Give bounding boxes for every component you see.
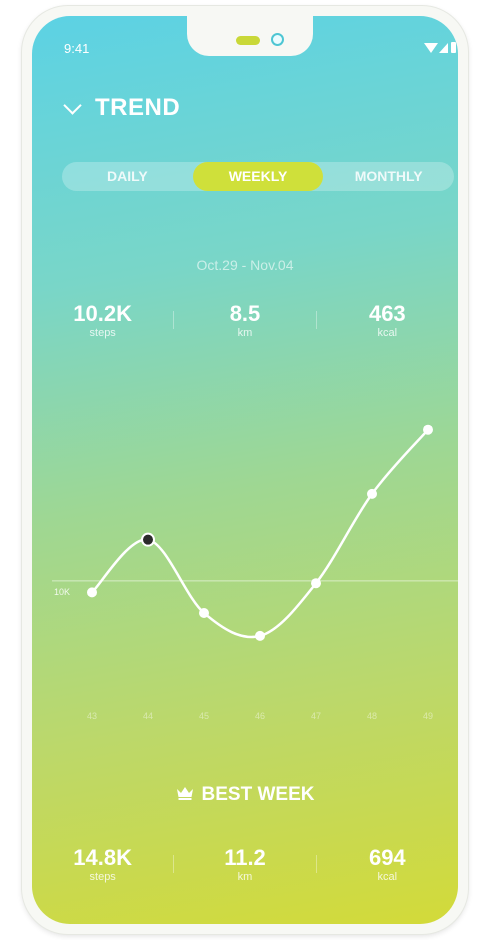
best-week-label: BEST WEEK <box>201 784 315 805</box>
stat-value: 694 <box>368 845 406 870</box>
stat-value: 14.8K <box>73 845 133 870</box>
phone-frame: 9:41 TREND DAILY WEEKLY MONTHLY Oct.29 -… <box>22 6 468 934</box>
best-stat-distance: 11.2 km <box>174 845 315 883</box>
data-point[interactable] <box>255 630 265 641</box>
x-tick-label: 49 <box>423 711 433 721</box>
data-point[interactable] <box>87 587 97 598</box>
stat-unit: kcal <box>377 871 398 883</box>
data-point[interactable] <box>367 488 377 499</box>
stat-value: 11.2 <box>224 845 266 870</box>
best-stat-calories: 694 kcal <box>317 845 458 883</box>
stat-unit: steps <box>89 871 116 883</box>
x-tick-label: 46 <box>255 711 265 721</box>
best-week-stats: 14.8K steps 11.2 km 694 kcal <box>32 845 458 883</box>
x-tick-label: 43 <box>87 711 97 721</box>
best-week-header: BEST WEEK <box>32 784 458 806</box>
selected-data-point[interactable] <box>141 532 155 547</box>
data-point[interactable] <box>199 607 209 618</box>
x-tick-label: 47 <box>311 711 321 721</box>
best-stat-steps: 14.8K steps <box>32 845 173 883</box>
stat-unit: km <box>237 871 253 883</box>
x-tick-label: 48 <box>367 711 377 721</box>
x-tick-label: 45 <box>199 711 209 721</box>
reference-line-label: 10K <box>54 587 70 597</box>
crown-icon <box>176 786 194 805</box>
series-line <box>90 428 430 639</box>
app-screen: 9:41 TREND DAILY WEEKLY MONTHLY Oct.29 -… <box>32 16 458 924</box>
data-point[interactable] <box>311 578 321 589</box>
data-point[interactable] <box>423 424 433 435</box>
x-tick-label: 44 <box>143 711 153 721</box>
